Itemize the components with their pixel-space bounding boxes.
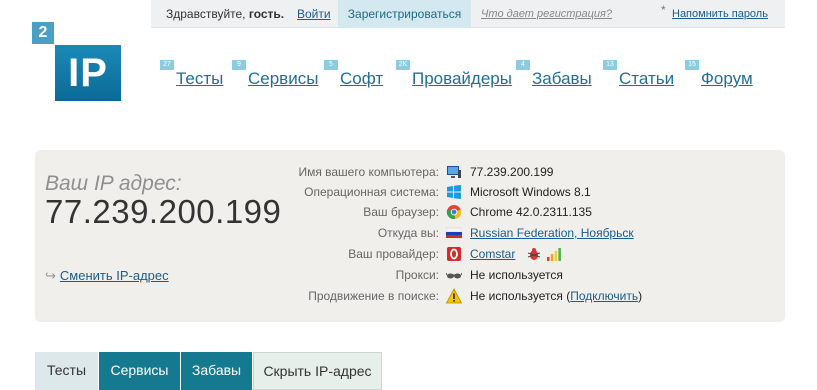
- guest-label: гость.: [248, 7, 285, 21]
- info-key: Ваш браузер:: [363, 205, 439, 219]
- register-button[interactable]: Зарегистрироваться: [338, 0, 471, 28]
- nav-count-badge: 13: [603, 60, 617, 70]
- info-value: Не используется (Подключить): [470, 289, 643, 303]
- info-row-computer: Имя вашего компьютера: 77.239.200.199: [236, 162, 776, 182]
- info-row-location: Откуда вы: Russian Federation, Ноябрьск: [236, 223, 776, 243]
- warning-icon: [445, 288, 463, 304]
- tab-fun[interactable]: Забавы: [181, 352, 252, 390]
- nav-label[interactable]: Статьи: [619, 69, 674, 89]
- asterisk-mark: *: [661, 3, 666, 17]
- info-key: Ваш провайдер:: [348, 247, 439, 261]
- info-value: Russian Federation, Ноябрьск: [470, 226, 634, 240]
- change-ip-label[interactable]: Сменить IP-адрес: [60, 268, 169, 283]
- user-bar: Здравствуйте, гость. Войти Зарегистриров…: [151, 0, 785, 28]
- nav-count-badge: 5: [324, 60, 338, 70]
- info-row-provider: Ваш провайдер: Comstar: [236, 244, 776, 264]
- info-row-browser: Ваш браузер: Chrome 42.0.2311.135: [236, 202, 776, 222]
- info-value: Не используется: [470, 268, 563, 282]
- info-key: Прокси:: [395, 268, 439, 282]
- info-row-proxy: Прокси: Не используется: [236, 265, 776, 285]
- nav-count-badge: 2K: [396, 60, 410, 70]
- bug-icon[interactable]: [527, 247, 541, 264]
- windows-icon: [446, 184, 462, 200]
- nav-label[interactable]: Провайдеры: [412, 69, 512, 89]
- location-link[interactable]: Russian Federation, Ноябрьск: [470, 226, 634, 240]
- info-key: Продвижение в поиске:: [308, 289, 439, 303]
- nav-count-badge: 15: [685, 60, 699, 70]
- site-logo[interactable]: 2 IP: [32, 22, 121, 101]
- chrome-icon: [446, 204, 462, 220]
- ip-info-panel: Ваш IP адрес: 77.239.200.199 ↪ Сменить IP…: [35, 150, 785, 322]
- info-row-os: Операционная система: Microsoft Windows …: [236, 182, 776, 202]
- greeting-text: Здравствуйте, гость.: [166, 7, 285, 21]
- nav-count-badge: 9: [232, 60, 246, 70]
- tab-services[interactable]: Сервисы: [99, 352, 180, 390]
- info-row-promotion: Продвижение в поиске: Не используется (П…: [236, 286, 776, 306]
- computer-icon: [446, 164, 462, 180]
- nav-label[interactable]: Софт: [340, 69, 383, 89]
- info-key: Имя вашего компьютера:: [298, 165, 439, 179]
- change-ip-link[interactable]: ↪ Сменить IP-адрес: [45, 268, 169, 284]
- info-value: Microsoft Windows 8.1: [470, 185, 591, 199]
- russia-flag-icon: [445, 225, 463, 241]
- signal-bars-icon: [547, 247, 561, 264]
- provider-link[interactable]: Comstar: [470, 247, 515, 261]
- info-key: Операционная система:: [304, 185, 439, 199]
- why-register-link[interactable]: Что дает регистрация?: [481, 8, 612, 20]
- info-value: Comstar: [470, 247, 561, 264]
- nav-label[interactable]: Сервисы: [248, 69, 318, 89]
- glasses-icon: [445, 267, 463, 283]
- remind-password-link[interactable]: Напомнить пароль: [672, 8, 768, 20]
- tab-hide-ip[interactable]: Скрыть IP-адрес: [253, 352, 382, 390]
- connect-link[interactable]: Подключить: [570, 289, 638, 303]
- logo-text: IP: [55, 45, 121, 101]
- logo-badge: 2: [32, 22, 54, 44]
- nav-label[interactable]: Форум: [701, 69, 753, 89]
- info-value: Chrome 42.0.2311.135: [470, 205, 592, 219]
- nav-label[interactable]: Тесты: [176, 69, 223, 89]
- nav-count-badge: 27: [160, 60, 174, 70]
- tab-tests[interactable]: Тесты: [35, 352, 98, 390]
- nav-count-badge: 4: [516, 60, 530, 70]
- provider-icon: [446, 246, 462, 262]
- info-value: 77.239.200.199: [470, 165, 554, 179]
- nav-label[interactable]: Забавы: [532, 69, 592, 89]
- return-arrow-icon: ↪: [45, 268, 56, 283]
- info-key: Откуда вы:: [377, 226, 439, 240]
- login-link[interactable]: Войти: [297, 7, 331, 21]
